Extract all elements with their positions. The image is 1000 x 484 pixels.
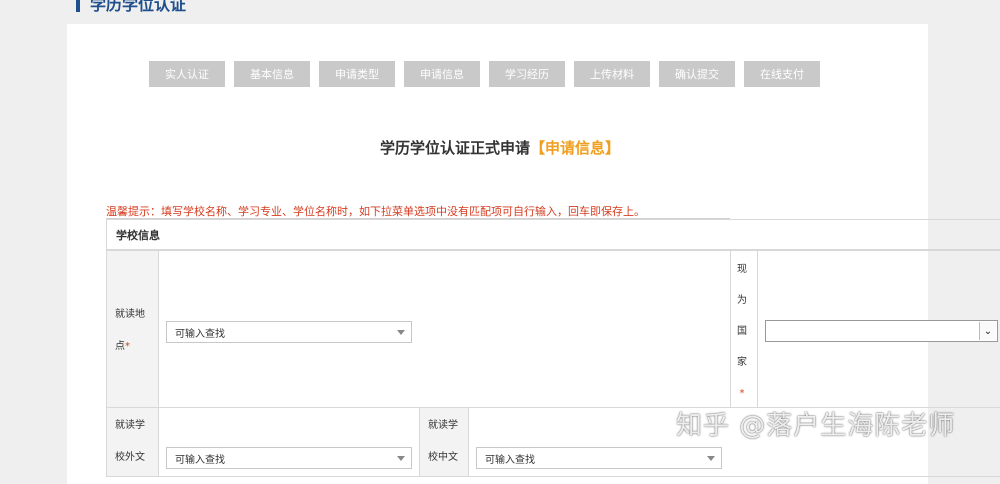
form-title-highlight: 【申请信息】 [530,139,621,157]
school-chinese-label-1: 就读学 [428,420,458,431]
watermark: 知乎 @落户生海陈老师 [676,411,956,441]
study-location-label-cell: 就读地 点* [106,250,159,408]
school-chinese-label-2: 校中文 [428,452,458,463]
study-location-select[interactable]: 可输入查找 [166,321,412,343]
current-country-char-1: 现 [737,264,747,275]
section-title: 学历学位认证 [76,0,186,14]
tip-text: 温馨提示：填写学校名称、学习专业、学位名称时，如下拉菜单选项中没有匹配项可自行输… [106,205,645,218]
current-country-char-2: 为 [737,295,747,306]
school-foreign-label-1: 就读学 [115,420,145,431]
current-country-label: 现 为 国 家 * [735,254,749,409]
study-location-placeholder: 可输入查找 [175,328,225,340]
section-title-text: 学历学位认证 [90,0,187,14]
chevron-down-icon [707,456,715,461]
form-title: 学历学位认证正式申请【申请信息】 [0,137,1000,158]
step-application-type[interactable]: 申请类型 [319,61,395,87]
chevron-down-icon [397,330,405,335]
form-title-text: 学历学位认证正式申请 [379,139,530,157]
step-application-info[interactable]: 申请信息 [404,61,480,87]
step-confirm[interactable]: 确认提交 [659,61,735,87]
school-foreign-placeholder: 可输入查找 [175,454,225,466]
school-foreign-label-2: 校外文 [115,452,145,463]
current-country-char-3: 国 [737,326,747,337]
step-upload[interactable]: 上传材料 [574,61,650,87]
current-country-char-4: 家 [737,357,747,368]
school-chinese-placeholder: 可输入查找 [485,454,535,466]
step-real-name[interactable]: 实人认证 [149,61,225,87]
step-payment[interactable]: 在线支付 [744,61,820,87]
school-section-header: 学校信息 [106,219,1000,250]
school-chinese-select[interactable]: 可输入查找 [476,447,722,469]
step-study-history[interactable]: 学习经历 [489,61,565,87]
study-location-label-1: 就读地 [115,309,145,320]
chevron-down-icon: ⌄ [979,322,996,340]
step-basic-info[interactable]: 基本信息 [234,61,310,87]
study-location-label-2: 点* [115,341,130,352]
section-title-bar [76,0,80,12]
step-nav: 实人认证 基本信息 申请类型 申请信息 学习经历 上传材料 确认提交 在线支付 [149,61,820,87]
school-foreign-label-cell: 就读学 校外文 [106,407,159,477]
current-country-select[interactable]: ⌄ [765,320,998,342]
school-chinese-label-cell: 就读学 校中文 [419,407,469,477]
school-foreign-select[interactable]: 可输入查找 [166,447,412,469]
chevron-down-icon [397,456,405,461]
